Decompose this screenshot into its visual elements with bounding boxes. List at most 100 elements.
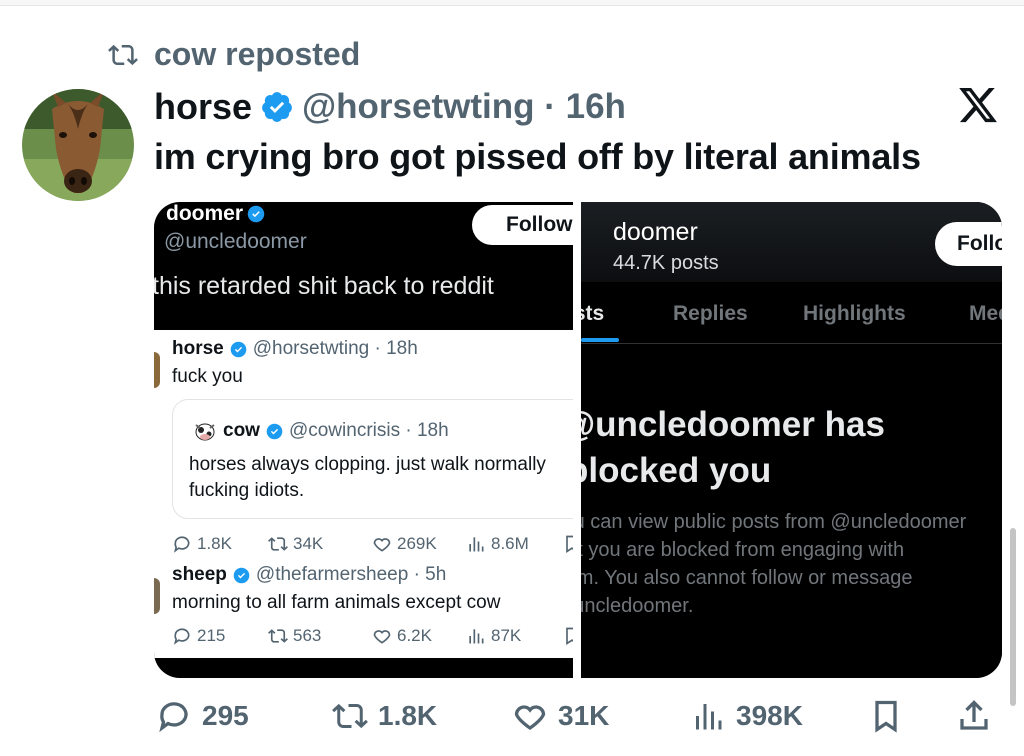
bookmark-button[interactable] — [868, 698, 904, 734]
blocked-description: You can view public posts from @uncledoo… — [581, 508, 966, 620]
quote-line-1: horses always clopping. just walk normal… — [189, 454, 546, 475]
tab-highlights: Highlights — [803, 302, 906, 325]
repost-count-text: 34K — [293, 534, 324, 553]
bookmark-icon — [875, 700, 897, 733]
reply-count: 1.8K — [172, 534, 268, 554]
reply-button[interactable]: 295 — [156, 698, 249, 734]
desc-line-3: them. You also cannot follow or message — [581, 567, 913, 589]
views-button[interactable]: 398K — [690, 698, 803, 734]
left-screenshot-dark-header: doomer @uncledoomer Follow this retarded… — [154, 202, 573, 330]
tweet-header: horse @horsetwting · 16h — [154, 84, 626, 130]
like-button[interactable]: 31K — [512, 698, 609, 734]
blocked-line-1: @uncledoomer has — [581, 405, 885, 444]
tab-replies: Replies — [673, 302, 748, 325]
x-logo-icon[interactable] — [956, 84, 1000, 126]
left-shot-follow-button: Follow — [472, 205, 573, 245]
scrollbar[interactable] — [1010, 528, 1016, 706]
reply-text: morning to all farm animals except cow — [172, 592, 501, 613]
share-button[interactable] — [956, 698, 992, 734]
repost-label: cow reposted — [154, 36, 361, 72]
left-shot-top-text: this retarded shit back to reddit — [154, 272, 494, 300]
comment-icon — [173, 536, 190, 553]
repost-icon — [332, 703, 368, 729]
repost-icon — [268, 537, 288, 551]
left-screenshot-dark-footer — [154, 658, 573, 678]
bookmark-icon — [566, 627, 573, 646]
tab-posts: Posts — [581, 302, 605, 325]
repost-indicator[interactable]: cow reposted — [104, 36, 360, 73]
quote-header: cow @cowincrisis · 18h — [193, 420, 449, 442]
reply-count-text: 295 — [202, 700, 249, 731]
reply-count-text: 215 — [197, 626, 226, 645]
like-count-text: 6.2K — [397, 626, 432, 645]
reply-handle-time: @thefarmersheep · 5h — [255, 564, 447, 585]
profile-name: doomer — [613, 218, 698, 246]
quote-name: cow — [223, 420, 260, 441]
verified-badge-icon — [262, 92, 292, 122]
heart-icon — [514, 705, 546, 730]
reply-handle-time: @horsetwting · 18h — [252, 338, 418, 359]
desc-line-4: @uncledoomer. — [581, 595, 694, 617]
comment-icon — [173, 628, 190, 645]
repost-button[interactable]: 1.8K — [332, 698, 437, 734]
view-count: 8.6M — [466, 534, 562, 554]
reply-count: 215 — [172, 626, 268, 646]
repost-count: 563 — [268, 626, 372, 646]
author-avatar[interactable] — [22, 89, 134, 201]
repost-count-text: 563 — [293, 626, 322, 645]
view-count: 87K — [466, 626, 562, 646]
blocked-line-2: blocked you — [581, 451, 772, 490]
author-name[interactable]: horse — [154, 86, 252, 128]
like-count-text: 269K — [397, 534, 437, 553]
quote-text: horses always clopping. just walk normal… — [189, 452, 546, 504]
views-icon — [469, 629, 484, 644]
view-count-text: 8.6M — [491, 534, 529, 553]
left-shot-reply-horse: horse @horsetwting · 18h fuck you — [172, 338, 418, 388]
media-divider — [573, 202, 581, 678]
reply-name: sheep — [172, 564, 227, 585]
comment-icon — [159, 702, 188, 733]
blocked-heading: @uncledoomer has blocked you — [581, 402, 885, 494]
left-screenshot[interactable]: doomer @uncledoomer Follow this retarded… — [154, 202, 573, 678]
quoted-tweet-card: cow @cowincrisis · 18h horses always clo… — [172, 399, 573, 519]
like-count-text: 31K — [558, 700, 610, 731]
like-count: 269K — [372, 534, 466, 554]
horse-avatar-image — [22, 89, 134, 201]
bookmark-icon — [566, 535, 573, 554]
verified-badge-icon — [247, 205, 265, 223]
avatar-edge — [154, 352, 160, 388]
right-screenshot[interactable]: doomer 44.7K posts Follow Posts Replies … — [581, 202, 1002, 678]
left-shot-top-name: doomer — [166, 202, 265, 226]
like-count: 6.2K — [372, 626, 466, 646]
active-tab-indicator — [581, 338, 619, 342]
avatar-edge — [154, 578, 160, 614]
share-icon — [960, 700, 988, 730]
profile-post-count: 44.7K posts — [613, 252, 719, 274]
tweet-actions: 295 1.8K 31K 398K — [156, 698, 996, 742]
author-handle-time[interactable]: @horsetwting · 16h — [302, 87, 626, 127]
profile-follow-button: Follow — [935, 222, 1002, 266]
left-shot-top-handle: @uncledoomer — [164, 230, 307, 253]
verified-badge-icon — [266, 423, 283, 439]
repost-icon — [268, 629, 288, 643]
reply-actions-row: 1.8K 34K 269K 8.6M — [172, 534, 573, 554]
view-count-text: 87K — [491, 626, 522, 645]
desc-line-1: You can view public posts from @uncledoo… — [581, 511, 967, 533]
heart-icon — [373, 630, 391, 644]
tweet-media[interactable]: doomer @uncledoomer Follow this retarded… — [154, 202, 1002, 678]
top-divider — [0, 0, 1024, 6]
repost-count: 34K — [268, 534, 372, 554]
left-shot-reply-sheep: sheep @thefarmersheep · 5h morning to al… — [172, 564, 500, 614]
reply-actions-row: 215 563 6.2K 87K — [172, 626, 573, 646]
verified-badge-icon — [233, 567, 250, 583]
reply-name: horse — [172, 338, 224, 359]
desc-line-2: but you are blocked from engaging with — [581, 539, 905, 561]
left-shot-top-name-text: doomer — [166, 202, 244, 225]
verified-badge-icon — [230, 341, 247, 357]
reply-count-text: 1.8K — [197, 534, 232, 553]
reply-header: horse @horsetwting · 18h — [172, 338, 418, 360]
tab-media: Media — [969, 302, 1002, 325]
views-icon — [469, 537, 484, 552]
quote-handle-time: @cowincrisis · 18h — [288, 420, 449, 441]
cow-avatar-icon — [195, 423, 215, 441]
